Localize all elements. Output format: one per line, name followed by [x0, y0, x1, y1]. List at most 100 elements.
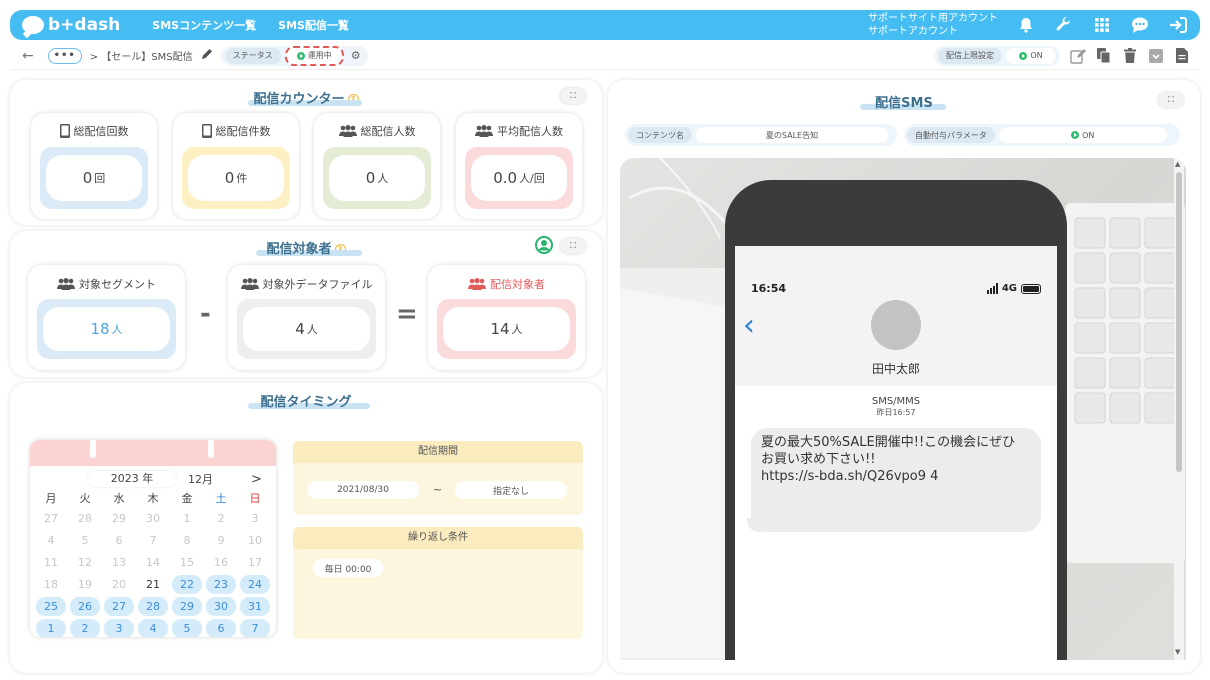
calendar-weekday: 水	[113, 492, 125, 505]
scroll-up-icon[interactable]: ▲	[1175, 160, 1180, 168]
delivery-counter-panel: 配信カウンター? ⛶ 総配信回数 0回 総配信件数 0件 総配信人数 0人	[10, 80, 602, 225]
nav-sms-deliveries[interactable]: SMS配信一覧	[278, 17, 349, 33]
content-name-label: コンテンツ名	[628, 127, 692, 143]
more-button[interactable]: •••	[47, 47, 82, 64]
calendar-day[interactable]: 30	[206, 597, 236, 616]
calendar-day[interactable]: 24	[240, 575, 270, 594]
calendar-day: 29	[112, 512, 126, 525]
calendar-day[interactable]: 5	[172, 619, 202, 637]
expand-icon[interactable]: ⛶	[560, 238, 586, 254]
counter-card-total-deliveries: 総配信回数 0回	[31, 113, 157, 219]
timing-title-text: 配信タイミング	[260, 395, 352, 410]
period-title: 配信期間	[293, 441, 583, 463]
calendar-day[interactable]: 28	[138, 597, 168, 616]
calendar-day: 28	[78, 512, 92, 525]
calendar-weekday: 月	[45, 492, 57, 505]
calendar-day: 16	[214, 556, 228, 569]
message-link[interactable]: https://s-bda.sh/Q26vpo9 4	[761, 468, 1031, 485]
gear-icon[interactable]: ⚙	[348, 49, 364, 62]
calendar-next-button[interactable]: >	[251, 472, 262, 487]
signal-icon	[986, 283, 998, 294]
value-unit: 人	[511, 323, 523, 336]
value-unit: 回	[94, 172, 106, 185]
expand-icon[interactable]: ⛶	[1158, 92, 1184, 108]
counter-title-text: 配信カウンター	[253, 92, 345, 107]
trash-icon[interactable]	[1122, 48, 1138, 64]
preview-scrollbar[interactable]: ▲ ▼	[1174, 158, 1184, 660]
limit-toggle[interactable]: ON	[1006, 47, 1056, 64]
card-label: 対象セグメント	[79, 278, 156, 291]
copy-icon[interactable]	[1096, 47, 1112, 64]
calendar-day[interactable]: 26	[70, 597, 100, 616]
calendar-day: 19	[78, 578, 92, 591]
user-circle-icon[interactable]	[535, 236, 553, 258]
scroll-thumb[interactable]	[1176, 172, 1182, 472]
logout-icon[interactable]	[1168, 15, 1188, 35]
calendar-day[interactable]: 7	[240, 619, 270, 637]
calendar-day: 11	[44, 556, 58, 569]
minus-operator: -	[200, 299, 211, 329]
period-start-field[interactable]: 2021/08/30	[307, 481, 419, 499]
play-icon	[1071, 131, 1080, 139]
calendar-weekday: 火	[79, 492, 91, 505]
users-icon	[57, 278, 75, 290]
status-label: ステータス	[224, 47, 281, 64]
account-info[interactable]: サポートサイト用アカウント サポートアカウント	[868, 12, 998, 38]
chat-icon[interactable]	[1130, 15, 1150, 35]
chevron-left-icon[interactable]: ‹	[743, 308, 755, 343]
apps-grid-icon[interactable]	[1092, 15, 1112, 35]
calendar-day: 1	[183, 512, 191, 525]
calendar-day: 14	[146, 556, 160, 569]
back-arrow-icon[interactable]: ←	[22, 48, 34, 64]
archive-icon[interactable]	[1148, 48, 1164, 64]
value-unit: 人	[377, 172, 389, 185]
status-badge[interactable]: 運用中	[284, 45, 344, 66]
logo[interactable]: b+dash	[22, 15, 120, 35]
calendar-day[interactable]: 25	[36, 597, 66, 616]
calendar-day[interactable]: 22	[172, 575, 202, 594]
message-line: 夏の最大50%SALE開催中!!この機会にぜひ	[761, 435, 1016, 450]
calendar-day: 10	[248, 534, 262, 547]
calendar-day[interactable]: 23	[206, 575, 236, 594]
nav-sms-contents[interactable]: SMSコンテンツ一覧	[152, 17, 256, 33]
expand-icon[interactable]: ⛶	[560, 88, 586, 104]
edit-icon[interactable]	[1070, 48, 1086, 64]
mobile-icon	[201, 124, 212, 138]
calendar-day[interactable]: 27	[104, 597, 134, 616]
wrench-icon[interactable]	[1054, 15, 1074, 35]
calendar-day[interactable]: 31	[240, 597, 270, 616]
card-value: 0回	[46, 155, 142, 201]
calendar-weekday: 土	[215, 492, 227, 505]
card-value: 0件	[188, 155, 284, 201]
users-icon	[475, 125, 493, 137]
segment-card[interactable]: 対象セグメント 18 人	[28, 265, 185, 370]
card-label: 総配信件数	[215, 125, 271, 138]
card-value: 0.0 人/回	[471, 155, 567, 201]
calendar-day: 4	[47, 534, 55, 547]
calendar-day[interactable]: 29	[172, 597, 202, 616]
calendar-day[interactable]: 1	[36, 619, 66, 637]
top-header: b+dash SMSコンテンツ一覧 SMS配信一覧 サポートサイト用アカウント …	[10, 10, 1200, 40]
calendar-day: 18	[44, 578, 58, 591]
calendar-day[interactable]: 2	[70, 619, 100, 637]
bell-icon[interactable]	[1016, 15, 1036, 35]
status-group: ステータス 運用中 ⚙	[220, 45, 368, 66]
excluded-file-card[interactable]: 対象外データファイル 4人	[228, 265, 385, 370]
calendar-day[interactable]: 3	[104, 619, 134, 637]
counter-title: 配信カウンター?	[10, 88, 602, 107]
calendar-day[interactable]: 6	[206, 619, 236, 637]
card-value: 18 人	[43, 307, 170, 351]
battery-icon	[1021, 283, 1041, 294]
document-icon[interactable]	[1174, 48, 1190, 64]
timing-title: 配信タイミング	[10, 391, 602, 410]
toolbar: ← ••• > 【セール】SMS配信 ステータス 運用中 ⚙ 配信上限設定 ON	[10, 42, 1200, 70]
calendar-month[interactable]: 12月	[188, 471, 213, 487]
calendar-year[interactable]: 2023 年	[88, 471, 176, 487]
calendar-day[interactable]: 4	[138, 619, 168, 637]
calendar-ring	[206, 440, 216, 460]
period-end-field[interactable]: 指定なし	[455, 481, 567, 499]
scroll-down-icon[interactable]: ▼	[1175, 648, 1180, 656]
limit-value: ON	[1030, 51, 1043, 60]
repeat-value[interactable]: 毎日 00:00	[313, 559, 383, 577]
edit-pencil-icon[interactable]	[201, 48, 213, 63]
